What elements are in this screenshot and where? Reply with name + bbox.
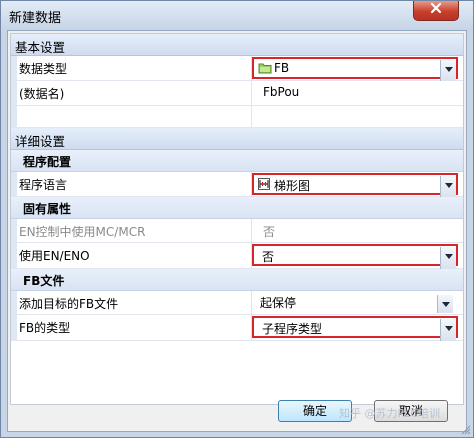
chevron-down-icon bbox=[445, 254, 453, 259]
subsection-label: FB文件 bbox=[23, 274, 65, 288]
dropdown-arrow-button[interactable] bbox=[440, 60, 456, 82]
new-data-dialog: 新建数据 基本设置 数据类型 FB (数据名) FbPou 详细设置 程序配置 … bbox=[0, 0, 474, 438]
row-gutter bbox=[11, 315, 17, 340]
folder-icon bbox=[258, 63, 272, 74]
close-icon bbox=[430, 2, 442, 14]
chevron-down-icon bbox=[445, 326, 453, 331]
dialog-client: 基本设置 数据类型 FB (数据名) FbPou 详细设置 程序配置 程序语言 … bbox=[7, 30, 467, 432]
row-gutter bbox=[11, 172, 17, 196]
property-name: 添加目标的FB文件 bbox=[19, 297, 119, 311]
dropdown-value: 否 bbox=[262, 250, 275, 264]
row-gutter bbox=[11, 243, 17, 268]
property-program-language: 程序语言 梯形图 bbox=[11, 172, 463, 198]
property-en-mc-mcr: EN控制中使用MC/MCR 否 bbox=[11, 219, 463, 243]
property-add-target-fb-file: 添加目标的FB文件 起保停 bbox=[11, 291, 463, 315]
watermark-text: 知乎 @苏力PLC培训 bbox=[339, 407, 440, 420]
data-type-dropdown[interactable]: FB bbox=[252, 57, 458, 82]
row-gutter bbox=[11, 291, 17, 314]
property-grid: 基本设置 数据类型 FB (数据名) FbPou 详细设置 程序配置 程序语言 … bbox=[10, 33, 464, 405]
fb-type-dropdown[interactable]: 子程序类型 bbox=[252, 316, 458, 341]
use-en-eno-dropdown[interactable]: 否 bbox=[252, 244, 458, 269]
property-fb-type: FB的类型 子程序类型 bbox=[11, 315, 463, 341]
dropdown-arrow-button[interactable] bbox=[440, 319, 456, 341]
chevron-down-icon bbox=[445, 67, 453, 72]
column-divider bbox=[251, 106, 252, 127]
dropdown-value: FB bbox=[274, 61, 290, 75]
property-data-type: 数据类型 FB bbox=[11, 56, 463, 82]
subsection-program-config[interactable]: 程序配置 bbox=[11, 150, 463, 172]
dropdown-value: 子程序类型 bbox=[262, 322, 323, 336]
subsection-fb-file[interactable]: FB文件 bbox=[11, 269, 463, 291]
property-name: 数据类型 bbox=[19, 62, 68, 76]
section-basic-settings[interactable]: 基本设置 bbox=[11, 34, 463, 56]
section-detail-settings[interactable]: 详细设置 bbox=[11, 128, 463, 150]
row-gutter bbox=[11, 56, 17, 80]
row-gutter bbox=[11, 106, 17, 127]
data-name-input[interactable]: FbPou bbox=[263, 85, 299, 99]
dropdown-value: 起保停 bbox=[260, 296, 297, 310]
dropdown-value: 梯形图 bbox=[274, 179, 311, 193]
property-empty-row bbox=[11, 106, 463, 128]
section-label: 详细设置 bbox=[15, 134, 66, 149]
column-divider bbox=[251, 81, 252, 105]
chevron-down-icon bbox=[445, 183, 453, 188]
subsection-label: 程序配置 bbox=[23, 155, 72, 169]
property-name: (数据名) bbox=[19, 87, 65, 101]
row-gutter bbox=[11, 81, 17, 105]
property-name: 使用EN/ENO bbox=[19, 249, 90, 263]
ladder-icon bbox=[258, 178, 270, 190]
row-gutter bbox=[11, 219, 17, 242]
subsection-inherent-properties[interactable]: 固有属性 bbox=[11, 197, 463, 219]
section-label: 基本设置 bbox=[15, 40, 66, 55]
property-name: FB的类型 bbox=[19, 321, 71, 335]
add-target-fb-dropdown[interactable]: 起保停 bbox=[252, 292, 458, 314]
property-use-en-eno: 使用EN/ENO 否 bbox=[11, 243, 463, 269]
property-data-name: (数据名) FbPou bbox=[11, 81, 463, 106]
dropdown-arrow-button[interactable] bbox=[437, 295, 453, 313]
property-name: EN控制中使用MC/MCR bbox=[19, 225, 146, 239]
window-title: 新建数据 bbox=[9, 11, 62, 26]
resize-grip-icon[interactable] bbox=[461, 425, 471, 435]
dropdown-arrow-button[interactable] bbox=[440, 176, 456, 198]
program-language-dropdown[interactable]: 梯形图 bbox=[252, 173, 458, 198]
column-divider bbox=[251, 219, 252, 242]
chevron-down-icon bbox=[442, 302, 450, 307]
close-button[interactable] bbox=[413, 1, 459, 21]
subsection-label: 固有属性 bbox=[23, 202, 72, 216]
title-bar: 新建数据 bbox=[1, 1, 473, 29]
property-name: 程序语言 bbox=[19, 178, 68, 192]
dropdown-arrow-button[interactable] bbox=[440, 247, 456, 269]
property-value: 否 bbox=[263, 225, 276, 239]
